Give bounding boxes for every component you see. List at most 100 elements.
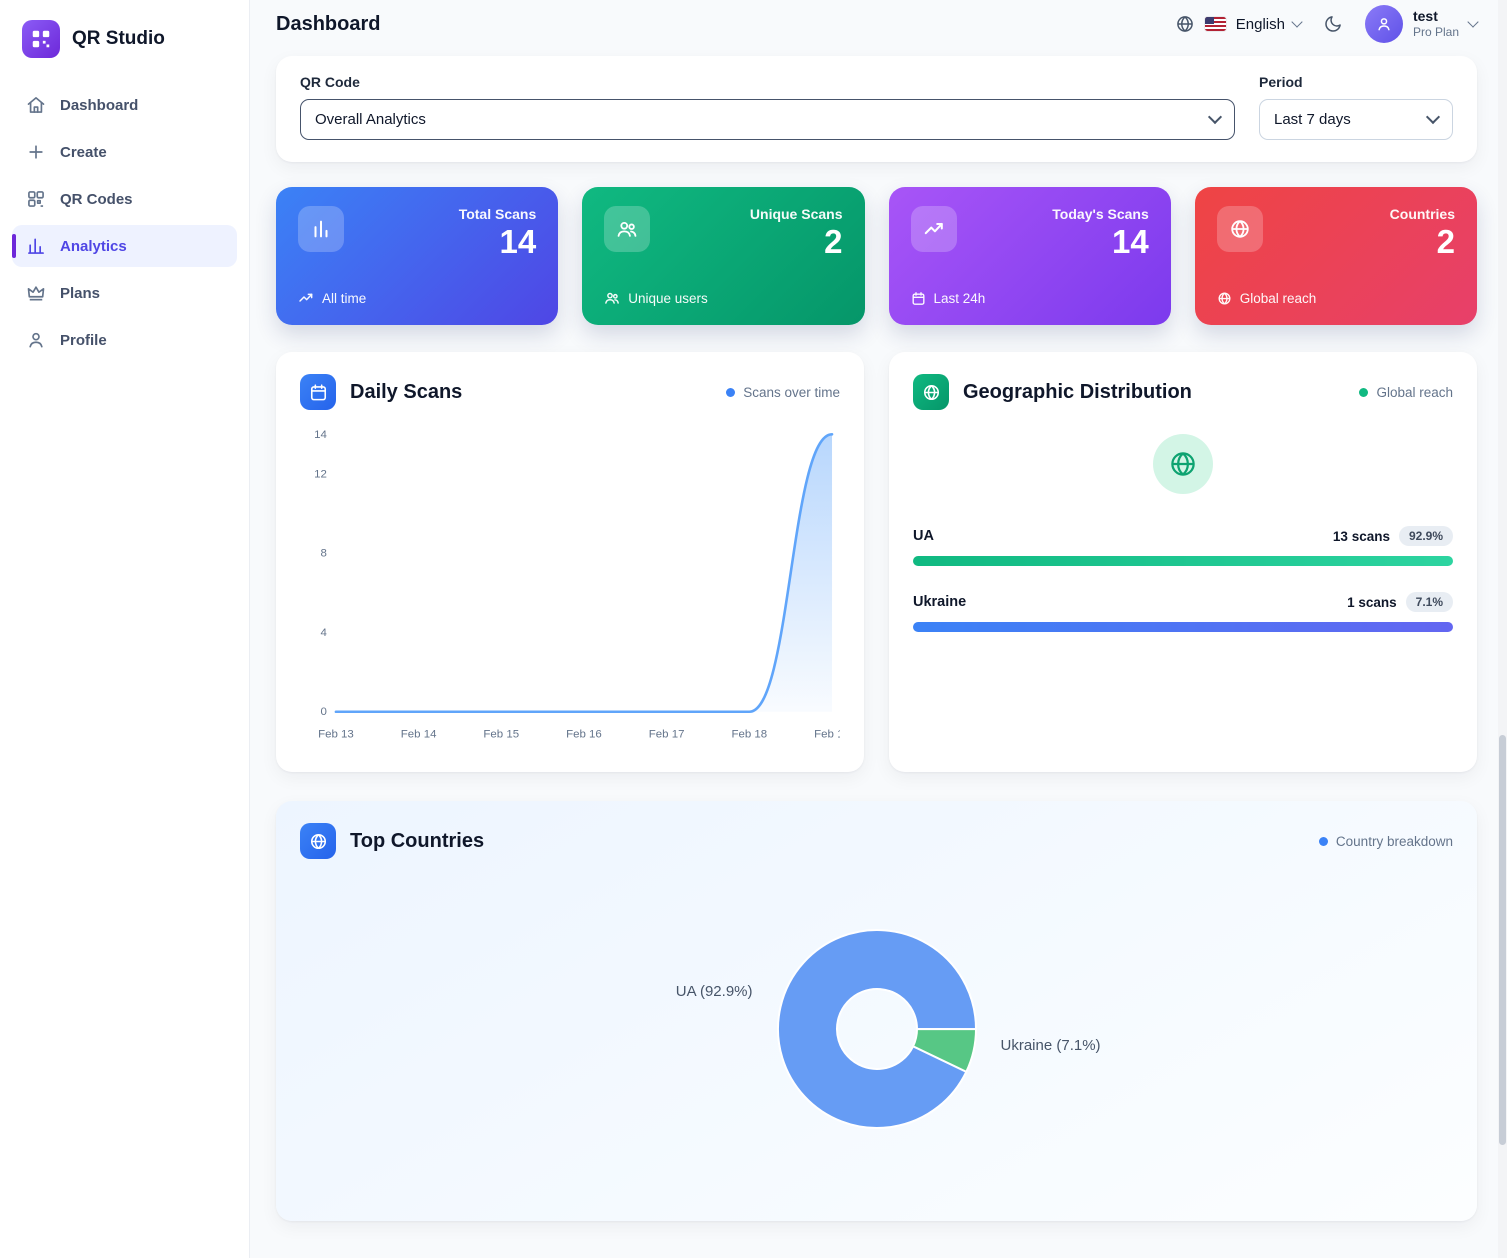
main-content: Dashboard English test Pro Plan QR Code …: [250, 0, 1507, 1258]
page-scrollbar[interactable]: [1498, 0, 1507, 1258]
geo-row: UA 13 scans 92.9%: [913, 526, 1453, 566]
country-progress-bar: [913, 622, 1453, 632]
language-selector[interactable]: English: [1235, 15, 1303, 33]
calendar-icon: [911, 291, 926, 306]
svg-text:12: 12: [314, 468, 327, 480]
qr-studio-logo-icon: [22, 20, 60, 58]
sidebar-item-label: Analytics: [60, 237, 127, 255]
sidebar-item-profile[interactable]: Profile: [12, 319, 237, 361]
globe-icon: [1216, 206, 1263, 252]
country-name: Ukraine: [913, 594, 967, 610]
dark-mode-toggle[interactable]: [1323, 14, 1343, 34]
stat-footer-label: Last 24h: [933, 291, 986, 306]
sidebar-item-label: Profile: [60, 331, 107, 349]
svg-text:Feb 13: Feb 13: [318, 729, 354, 741]
brand[interactable]: QR Studio: [0, 0, 249, 74]
stats-row: Total Scans 14 All time Unique Scans 2 U…: [276, 187, 1477, 325]
period-select-wrap: Last 7 days: [1259, 99, 1453, 140]
globe-icon: [1217, 291, 1232, 306]
svg-text:Feb 15: Feb 15: [483, 729, 519, 741]
bar-chart-icon: [298, 206, 344, 252]
country-pct-badge: 92.9%: [1398, 526, 1453, 546]
charts-row: Daily Scans Scans over time 0 4 8 12 14 Feb 1…: [276, 352, 1477, 772]
geo-distribution-card: Geographic Distribution Global reach UA …: [889, 352, 1477, 772]
scrollbar-thumb[interactable]: [1499, 735, 1506, 1145]
topbar-actions: English test Pro Plan: [1175, 5, 1479, 43]
qr-code-select[interactable]: Overall Analytics: [300, 99, 1235, 140]
stat-card-unique-scans: Unique Scans 2 Unique users: [582, 187, 865, 325]
content: QR Code Overall Analytics Period Last 7 …: [250, 48, 1507, 1251]
sidebar-item-create[interactable]: Create: [12, 131, 237, 173]
sidebar-item-qr-codes[interactable]: QR Codes: [12, 178, 237, 220]
topbar: Dashboard English test Pro Plan: [250, 0, 1507, 48]
sidebar-item-label: Plans: [60, 284, 101, 302]
stat-title: Unique Scans: [749, 206, 843, 222]
legend-dot: [726, 387, 736, 397]
country-scans: 1 scans: [1347, 594, 1397, 610]
sidebar-item-label: Dashboard: [60, 96, 139, 114]
legend-dot: [1359, 387, 1369, 397]
qr-grid-icon: [26, 189, 46, 209]
qr-code-label: QR Code: [300, 74, 360, 90]
svg-text:Feb 18: Feb 18: [731, 729, 767, 741]
country-progress-bar: [913, 556, 1453, 566]
period-label: Period: [1259, 74, 1303, 90]
home-icon: [26, 95, 46, 115]
us-flag-icon: [1204, 17, 1226, 31]
country-scans: 13 scans: [1332, 528, 1390, 544]
svg-text:Feb 19: Feb 19: [814, 729, 840, 741]
globe-badge-icon: [1153, 434, 1213, 494]
app-title: QR Studio: [72, 28, 165, 49]
period-select[interactable]: Last 7 days: [1259, 99, 1453, 140]
calendar-icon: [300, 374, 336, 410]
users-icon: [604, 206, 651, 252]
user-name: test: [1412, 7, 1438, 24]
globe-icon: [300, 823, 336, 859]
page-title: Dashboard: [276, 12, 381, 35]
globe-icon: [913, 374, 949, 410]
svg-text:Feb 17: Feb 17: [649, 729, 685, 741]
bar-chart-icon: [26, 236, 46, 256]
legend-label: Country breakdown: [1335, 833, 1453, 849]
person-icon: [26, 330, 46, 350]
sidebar-item-label: Create: [60, 143, 107, 161]
stat-title: Countries: [1389, 206, 1455, 222]
user-menu[interactable]: test Pro Plan: [1364, 5, 1479, 43]
language-label: English: [1235, 15, 1285, 33]
sidebar-item-analytics[interactable]: Analytics: [12, 225, 237, 267]
stat-value: 14: [499, 223, 537, 260]
geo-distribution-title: Geographic Distribution: [963, 380, 1192, 403]
sidebar: QR Studio Dashboard Create QR Codes Anal…: [0, 0, 250, 1258]
legend-dot: [1318, 836, 1328, 846]
svg-text:Feb 14: Feb 14: [401, 729, 437, 741]
svg-text:14: 14: [314, 429, 327, 441]
country-name: UA: [913, 528, 934, 544]
moon-icon: [1323, 14, 1343, 34]
legend-label: Scans over time: [743, 384, 840, 400]
top-countries-donut: [776, 929, 977, 1129]
svg-text:Feb 16: Feb 16: [566, 729, 602, 741]
legend-label: Global reach: [1376, 384, 1453, 400]
plus-icon: [26, 142, 46, 162]
daily-scans-chart: 0 4 8 12 14 Feb 13 Feb 14 Feb 15 Feb 16 Feb 17 Feb…: [314, 429, 840, 741]
country-pct-badge: 7.1%: [1405, 592, 1453, 612]
user-plan: Pro Plan: [1412, 25, 1459, 40]
sidebar-item-plans[interactable]: Plans: [12, 272, 237, 314]
trending-up-icon: [910, 206, 957, 252]
trending-up-icon: [298, 290, 314, 306]
language-globe-icon: [1175, 14, 1195, 34]
sidebar-item-dashboard[interactable]: Dashboard: [12, 84, 237, 126]
top-countries-card: Top Countries Country breakdown UA (92.9…: [276, 801, 1477, 1221]
svg-text:4: 4: [321, 627, 328, 639]
daily-scans-title: Daily Scans: [350, 380, 463, 403]
avatar: [1364, 5, 1403, 43]
daily-scans-legend: Scans over time: [726, 385, 840, 400]
chevron-down-icon: [1467, 16, 1479, 28]
sidebar-nav: Dashboard Create QR Codes Analytics Plan…: [0, 74, 249, 371]
period-filter: Period Last 7 days: [1259, 74, 1453, 140]
stat-title: Total Scans: [458, 206, 537, 222]
daily-scans-card: Daily Scans Scans over time 0 4 8 12 14 Feb 1…: [276, 352, 864, 772]
svg-text:8: 8: [321, 548, 327, 560]
donut-label-ukraine: Ukraine (7.1%): [1000, 1037, 1101, 1054]
filters-panel: QR Code Overall Analytics Period Last 7 …: [276, 56, 1477, 162]
